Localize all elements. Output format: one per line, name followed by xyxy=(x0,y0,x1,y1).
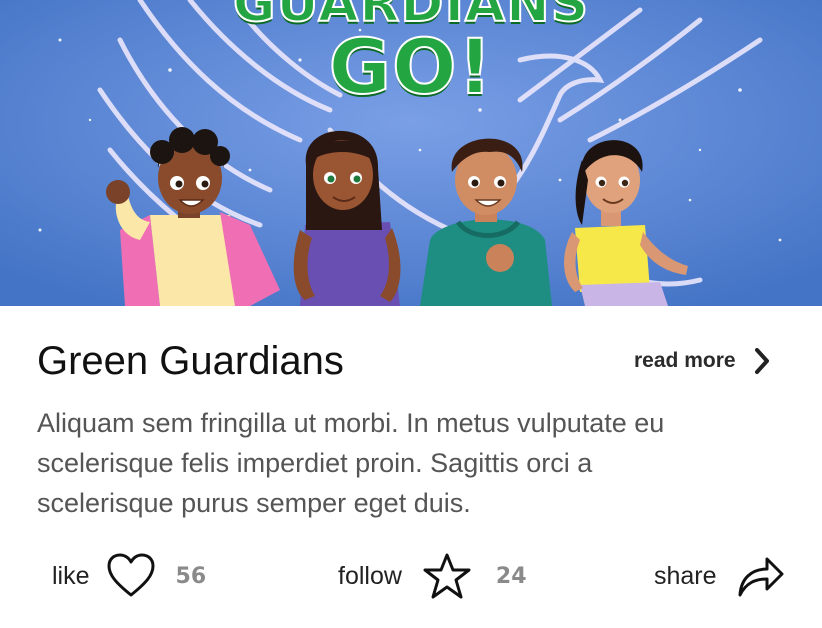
like-label: like xyxy=(52,561,90,590)
like-count: 56 xyxy=(175,563,207,589)
share-arrow-icon xyxy=(738,557,784,597)
card-title: Green Guardians xyxy=(37,339,344,383)
share-label: share xyxy=(654,561,717,590)
follow-label: follow xyxy=(338,561,402,590)
read-more-link[interactable]: read more xyxy=(634,346,770,376)
follow-count: 24 xyxy=(495,563,527,589)
share-button[interactable]: share xyxy=(654,548,785,604)
like-button[interactable]: like 56 xyxy=(52,548,206,604)
card-description: Aliquam sem fringilla ut morbi. In metus… xyxy=(37,408,665,518)
chevron-right-icon xyxy=(754,348,769,374)
cover-logo-line-2: GO! xyxy=(328,21,494,112)
cover-image: GUARDIANS GO! xyxy=(0,0,822,306)
follow-button[interactable]: follow 24 xyxy=(338,548,527,604)
star-icon xyxy=(423,553,471,599)
read-more-label: read more xyxy=(634,349,736,372)
heart-icon xyxy=(107,553,155,597)
